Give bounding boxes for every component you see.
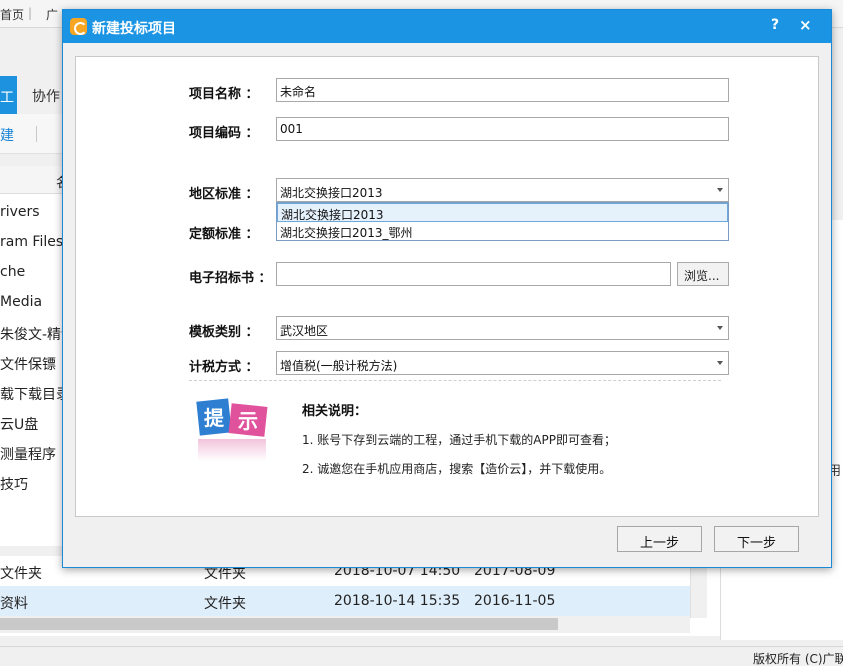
form-panel: 项目名称 ： 未命名 项目编码 ： 001 地区标准 ： 湖北交换接口2013 … (75, 56, 819, 517)
toolbar: 建 (0, 114, 62, 154)
list-item[interactable]: Media (0, 287, 62, 317)
project-code-input[interactable]: 001 (276, 117, 729, 141)
tab-collab[interactable]: 协作 (32, 86, 60, 106)
dropdown-option[interactable]: 湖北交换接口2013_鄂州 (277, 222, 728, 241)
copyright-text: 版权所有 (C)广联 (753, 652, 843, 666)
quota-standard-label: 定额标准 ： (189, 227, 259, 242)
dropdown-option[interactable]: 湖北交换接口2013 (277, 203, 728, 222)
tab-active[interactable]: 工 (0, 76, 17, 114)
section-divider (189, 380, 721, 381)
next-step-button[interactable]: 下一步 (714, 526, 799, 552)
close-icon[interactable]: × (799, 16, 812, 34)
tax-method-select[interactable]: 增值税(一般计税方法) (276, 351, 729, 375)
list-item[interactable]: 测量程序 (0, 437, 62, 467)
main-tabs: 工 协作 (0, 76, 62, 114)
template-label: 模板类别 ： (189, 325, 259, 340)
tender-doc-label: 电子招标书 ： (189, 271, 272, 286)
list-item[interactable]: 技巧 (0, 467, 62, 497)
region-standard-select[interactable]: 湖北交换接口2013 (276, 178, 729, 202)
app-logo-icon (70, 18, 87, 35)
scrollbar-thumb[interactable] (0, 618, 558, 630)
site-link[interactable]: 广 (46, 6, 58, 23)
chevron-down-icon (717, 188, 723, 192)
new-button[interactable]: 建 (0, 125, 14, 145)
browse-button[interactable]: 浏览... (677, 262, 729, 286)
project-name-input[interactable]: 未命名 (276, 78, 729, 102)
tax-method-label: 计税方式 ： (189, 360, 259, 375)
region-dropdown-list: 湖北交换接口2013 湖北交换接口2013_鄂州 (276, 202, 729, 241)
horizontal-scrollbar[interactable] (0, 616, 690, 633)
project-code-label: 项目编码 ： (189, 126, 259, 141)
region-standard-label: 地区标准 ： (189, 187, 259, 202)
list-item[interactable]: che (0, 257, 62, 287)
template-select[interactable]: 武汉地区 (276, 316, 729, 340)
help-icon[interactable]: ? (771, 17, 779, 33)
home-link[interactable]: 首页 (0, 6, 24, 23)
list-item[interactable]: rivers (0, 197, 62, 227)
separator: | (28, 6, 33, 20)
folder-list-header[interactable]: 名 (0, 166, 69, 194)
status-footer: 版权所有 (C)广联 (0, 646, 843, 666)
tip-line: 2. 诚邀您在手机应用商店，搜索【造价云】，并下载使用。 (302, 462, 612, 476)
prev-step-button[interactable]: 上一步 (617, 526, 702, 552)
table-row-selected[interactable]: 资料 文件夹 2018-10-14 15:35 2016-11-05 (0, 586, 690, 616)
app-window: 首页 | 广 工 协作 建 名 riversram FilescheMedia朱… (0, 0, 843, 666)
tip-icon-char-1: 提 (204, 406, 225, 430)
tips-title: 相关说明： (302, 404, 368, 419)
tip-icon: 提 示 (196, 398, 268, 461)
tip-line: 1. 账号下存到云端的工程，通过手机下载的APP即可查看； (302, 433, 616, 447)
toolbar-divider (36, 126, 37, 142)
list-item[interactable]: 文件保镖 (0, 347, 62, 377)
list-item[interactable]: 云U盘 (0, 407, 62, 437)
chevron-down-icon (717, 326, 723, 330)
list-item[interactable]: ram Files (0, 227, 62, 257)
dialog-title: 新建投标项目 (92, 21, 176, 37)
tip-icon-char-2: 示 (238, 409, 258, 433)
chevron-down-icon (717, 361, 723, 365)
dialog-title-bar[interactable]: 新建投标项目 ? × (63, 10, 831, 43)
tender-doc-input[interactable] (276, 262, 671, 286)
list-item[interactable]: 载下载目录 (0, 377, 62, 407)
project-name-label: 项目名称 ： (189, 87, 259, 102)
list-item[interactable]: 朱俊文-精讯 (0, 317, 62, 347)
new-bid-project-dialog: 新建投标项目 ? × 项目名称 ： 未命名 项目编码 ： 001 地区标准 ： … (62, 9, 832, 568)
